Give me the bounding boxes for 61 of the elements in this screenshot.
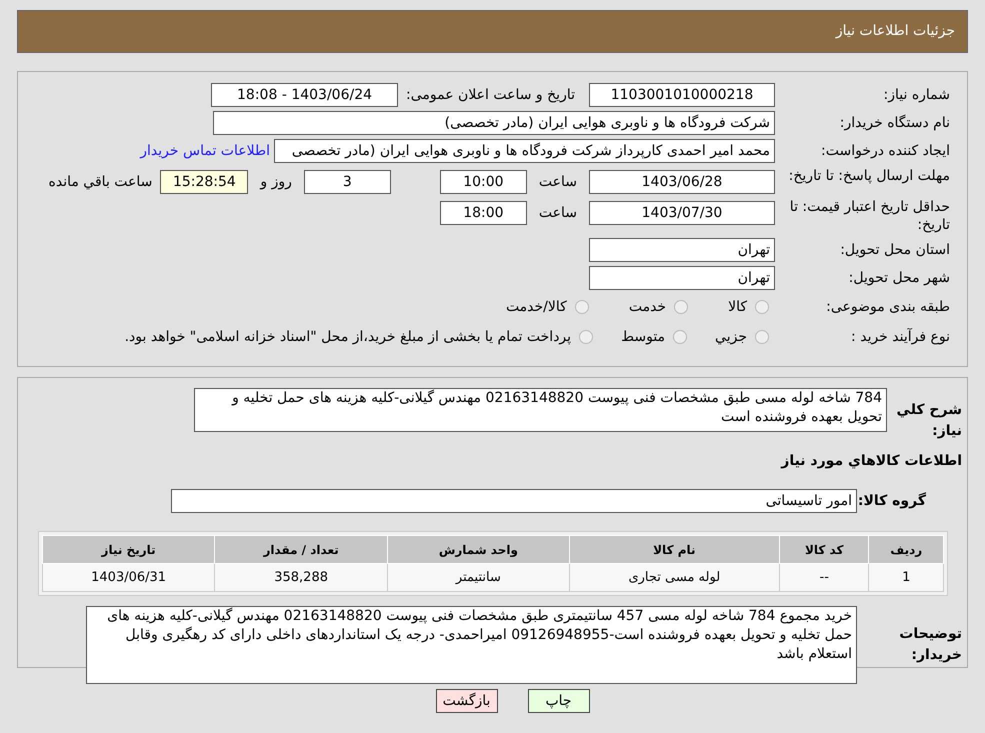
text-field[interactable]: تهران	[589, 266, 775, 290]
text-field[interactable]: 1103001010000218	[589, 83, 775, 107]
table-cell: 1	[868, 564, 944, 592]
table-cell: --	[779, 564, 869, 592]
radio-label: خدمت	[628, 298, 666, 316]
remaining-label: ساعت باقي مانده	[48, 172, 152, 192]
text-field[interactable]: 10:00	[440, 170, 527, 194]
text-field[interactable]: تهران	[589, 238, 775, 262]
radio-label: کالا/خدمت	[506, 298, 567, 316]
radio-button[interactable]	[674, 300, 688, 314]
text-field[interactable]: 3	[304, 170, 391, 194]
field-label: طبقه بندی موضوعی:	[825, 298, 950, 316]
back-button[interactable]: بازگشت	[436, 689, 498, 713]
field-label: استان محل تحویل:	[839, 241, 950, 259]
description-box[interactable]: 784 شاخه لوله مسی طبق مشخصات فنی پیوست 02163148820 مهندس گیلانی-کلیه هزینه های حمل تخلیه و تحویل بعهده فروشنده است	[194, 388, 887, 432]
notes-box[interactable]: خرید مجموع 784 شاخه لوله مسی 457 سانتیمتری طبق مشخصات فنی پیوست 02163148820 مهندس گیلانی-کلیه هزینه های حمل تخلیه و تحویل بعهده فروشنده است-09126948955 امیراحمدی- درجه یک استانداردهای داخلی دارای کد رهگیری وقابل استعلام باشد	[86, 606, 857, 684]
field-label: حداقل تاریخ اعتبار قیمت: تا تاریخ:	[788, 198, 950, 234]
field-label: توضیحات خریدار:	[898, 625, 962, 665]
text-field[interactable]: شرکت فرودگاه ها و ناوبری هوایی ایران (مادر تخصصی)	[213, 111, 775, 135]
radio-label: پرداخت تمام یا بخشی از مبلغ خرید،از محل "اسناد خزانه اسلامی" خواهد بود.	[124, 328, 572, 346]
column-header: ردیف	[868, 536, 944, 564]
radio-button[interactable]	[673, 330, 688, 344]
table-cell: لوله مسی تجاری	[569, 564, 780, 592]
table-cell: سانتیمتر	[388, 564, 570, 592]
field-label: مهلت ارسال پاسخ: تا تاریخ:	[788, 167, 950, 185]
field-label: نام دستگاه خریدار:	[838, 114, 950, 132]
days-label: روز و	[260, 172, 292, 192]
countdown-field[interactable]: 15:28:54	[160, 170, 248, 194]
field-label: شرح کلي نیاز:	[896, 401, 962, 441]
radio-label: جزيي	[715, 328, 747, 346]
field-label: شماره نیاز:	[882, 86, 950, 104]
radio-label: کالا	[728, 298, 747, 316]
field-label: شهر محل تحویل:	[848, 269, 950, 287]
field-label: گروه کالا:	[857, 491, 927, 510]
text-field[interactable]: 18:00	[440, 201, 527, 225]
column-header: تاریخ نیاز	[42, 536, 215, 564]
contact-link[interactable]: اطلاعات تماس خریدار	[140, 140, 270, 162]
column-header: واحد شمارش	[388, 536, 570, 564]
radio-button[interactable]	[574, 300, 589, 314]
radio-button[interactable]	[579, 330, 594, 344]
section-title: اطلاعات کالاهاي مورد نیاز	[780, 452, 962, 471]
column-header: تعداد / مقدار	[214, 536, 388, 564]
text-field[interactable]: 1403/06/28	[589, 170, 775, 194]
field-label: ایجاد کننده درخواست:	[820, 142, 950, 160]
text-field[interactable]: 1403/06/24 - 18:08	[211, 83, 398, 107]
goods-group-field[interactable]: امور تاسیساتی	[171, 489, 857, 513]
table-cell: 1403/06/31	[42, 564, 215, 592]
print-button[interactable]: چاپ	[528, 689, 590, 713]
column-header: کد کالا	[779, 536, 869, 564]
field-label: نوع فرآیند خرید :	[850, 328, 950, 346]
radio-label: متوسط	[621, 328, 666, 346]
table-cell: 358,288	[214, 564, 388, 592]
text-field[interactable]: 1403/07/30	[589, 201, 775, 225]
time-label: ساعت	[538, 172, 577, 192]
column-header: نام کالا	[569, 536, 780, 564]
page-title: جزئیات اطلاعات نیاز	[836, 22, 955, 41]
text-field[interactable]: محمد امیر احمدی کارپرداز شرکت فرودگاه ها و ناوبری هوایی ایران (مادر تخصصی	[274, 139, 775, 163]
field-label: تاریخ و ساعت اعلان عمومی:	[406, 86, 575, 104]
time-label: ساعت	[538, 204, 577, 222]
radio-button[interactable]	[755, 330, 769, 344]
radio-button[interactable]	[755, 300, 769, 314]
